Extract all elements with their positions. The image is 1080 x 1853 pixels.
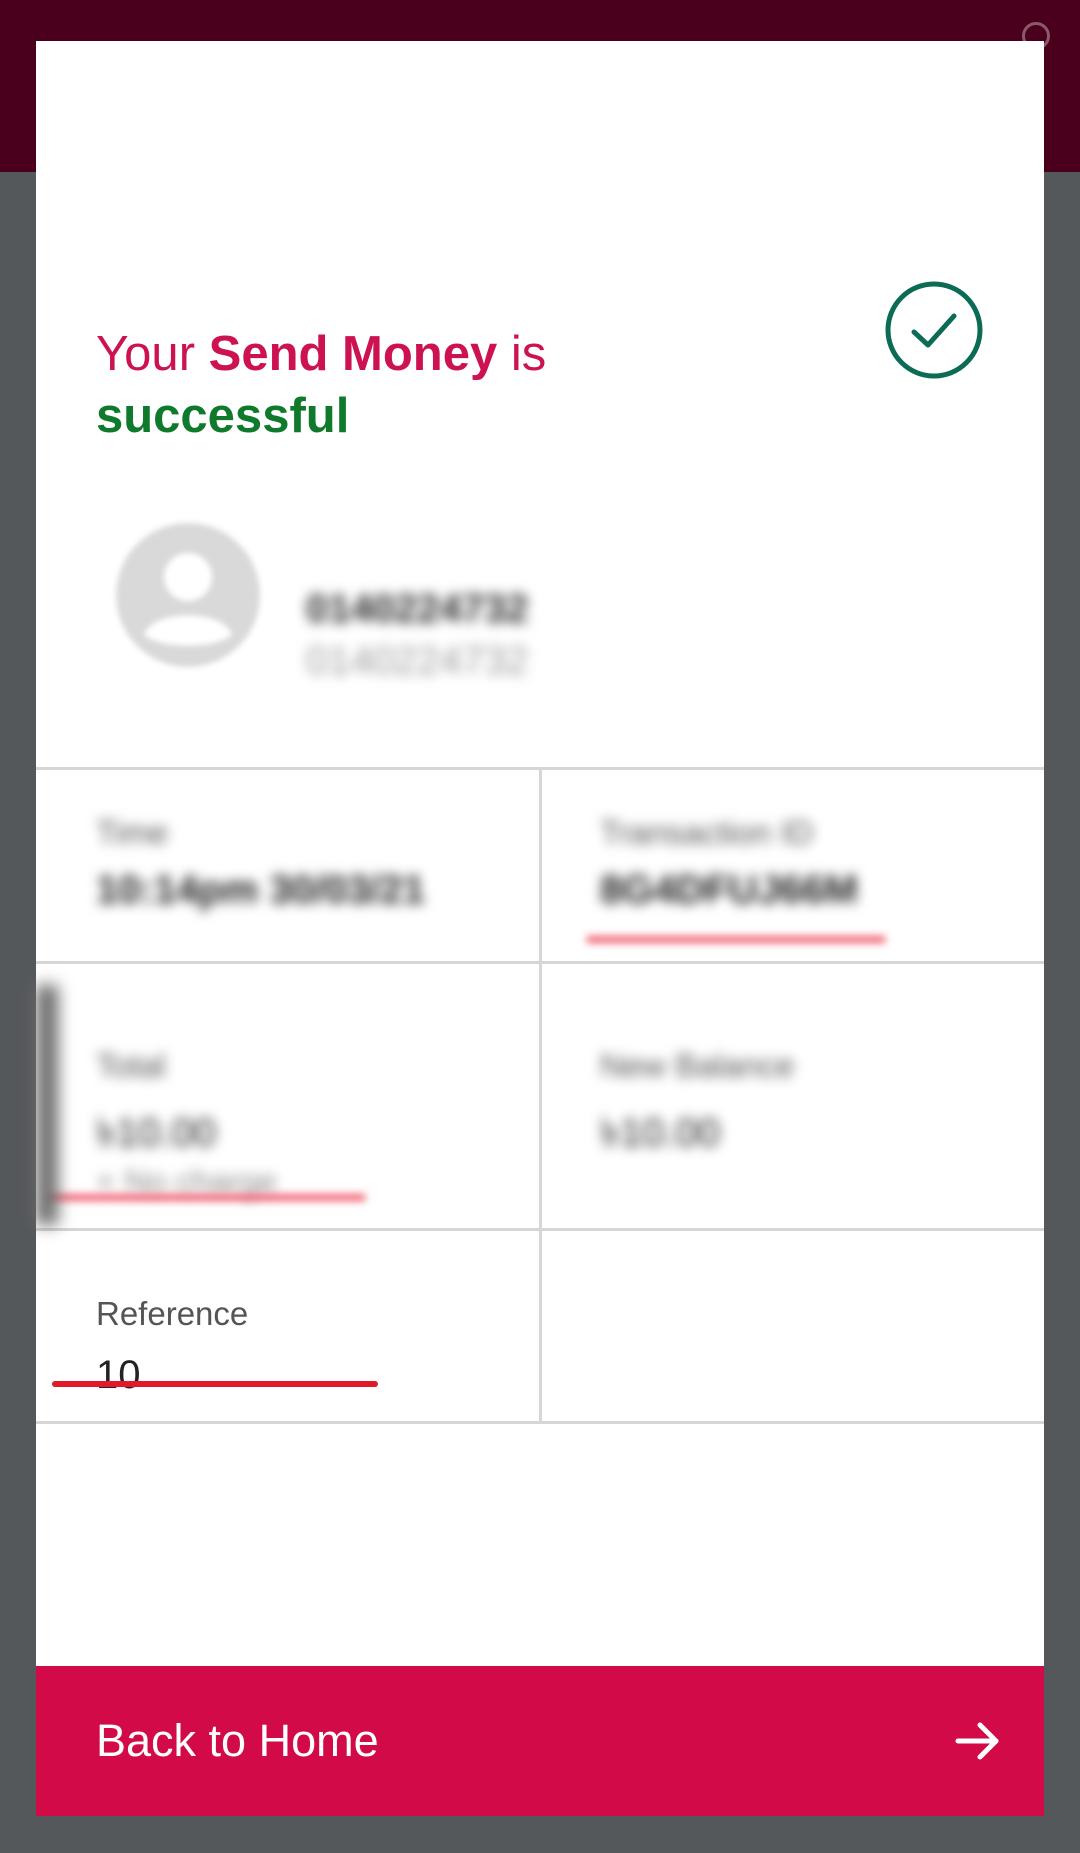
recipient-number: 0140224732 bbox=[306, 639, 529, 683]
new-balance-label: New Balance bbox=[600, 1047, 795, 1084]
total-value: ৳10.00 bbox=[96, 1111, 217, 1155]
status-result: successful bbox=[96, 389, 350, 443]
time-value: 10:14pm 30/03/21 bbox=[96, 868, 426, 912]
status-action: Send Money bbox=[208, 327, 498, 381]
transaction-id-underline bbox=[586, 936, 886, 943]
new-balance-value: ৳10.00 bbox=[600, 1111, 721, 1155]
transaction-id-label: Transaction ID bbox=[600, 814, 814, 851]
screen: Your Send Money is successful 0140224732… bbox=[0, 0, 1080, 1853]
reference-label: Reference bbox=[96, 1295, 249, 1332]
arrow-right-icon bbox=[955, 1722, 999, 1760]
total-label: Total bbox=[96, 1047, 166, 1084]
recipient-name: 0140224732 bbox=[306, 587, 529, 631]
total-underline bbox=[46, 1194, 366, 1201]
status-suffix: is bbox=[510, 327, 547, 381]
recipient-info: 0140224732 0140224732 bbox=[306, 583, 528, 687]
reference-underline bbox=[52, 1381, 378, 1387]
reference-value: 10 bbox=[96, 1353, 141, 1397]
time-label: Time bbox=[96, 814, 169, 851]
back-to-home-label: Back to Home bbox=[96, 1715, 379, 1766]
status-prefix: Your bbox=[96, 327, 196, 381]
transaction-id-value: 8G4DFUJ66M bbox=[600, 868, 858, 912]
status-title: Your Send Money is successful bbox=[96, 323, 546, 447]
back-to-home-button[interactable]: Back to Home bbox=[36, 1666, 1044, 1816]
check-circle-icon bbox=[885, 281, 983, 379]
person-avatar-icon bbox=[116, 523, 260, 667]
side-shadow bbox=[36, 985, 58, 1225]
grid-divider bbox=[539, 767, 542, 1424]
success-card: Your Send Money is successful 0140224732… bbox=[36, 41, 1044, 1816]
